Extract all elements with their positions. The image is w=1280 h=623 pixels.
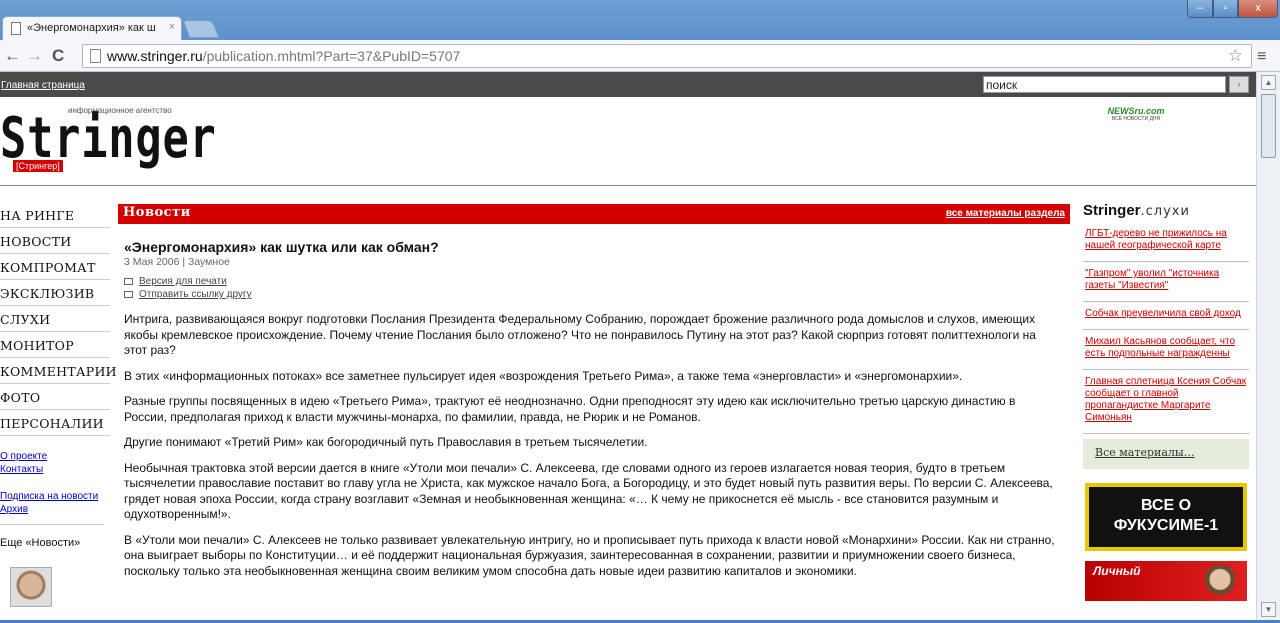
nav-item-comments[interactable]: КОММЕНТАРИИ <box>0 358 117 384</box>
section-header: Новости все материалы раздела <box>118 204 1070 224</box>
tab-close-icon[interactable]: × <box>169 21 175 33</box>
article-paragraph: Другие понимают «Третий Рим» как богород… <box>124 435 648 449</box>
article-paragraph: В «Утоли мои печали» С. Алексеев не толь… <box>124 532 1055 578</box>
search-input[interactable]: поиск <box>983 76 1226 93</box>
banner-portrait <box>1205 565 1235 601</box>
news-thumbnail[interactable] <box>10 567 52 607</box>
banner-line: ФУКУСИМЕ-1 <box>1113 517 1219 534</box>
vertical-scrollbar[interactable]: ▲ ▼ <box>1256 72 1280 623</box>
about-link[interactable]: О проекте <box>0 450 110 463</box>
nav-item-photo[interactable]: ФОТО <box>0 384 110 410</box>
header-divider <box>0 185 1256 186</box>
nav-item-exclusive[interactable]: ЭКСКЛЮЗИВ <box>0 280 110 306</box>
nav-item-rumors[interactable]: СЛУХИ <box>0 306 110 332</box>
rumor-link[interactable]: Главная сплетница Ксения Собчак сообщает… <box>1083 370 1249 434</box>
nav-item-monitor[interactable]: МОНИТОР <box>0 332 110 358</box>
right-column: Stringer.слухи ЛГБТ-дерево не прижилось … <box>1083 202 1249 601</box>
maximize-button[interactable]: ▫ <box>1213 0 1238 18</box>
rumor-link[interactable]: Собчак преувеличила свой доход <box>1083 302 1249 330</box>
send-link[interactable]: Отправить ссылку другу <box>139 289 252 300</box>
rumors-label: .слухи <box>1140 204 1190 219</box>
newsru-banner[interactable]: NEWSru.com ВСЕ НОВОСТИ ДНЯ <box>1096 106 1176 122</box>
browser-window-chrome: «Энергомонархия» как ш × – ▫ x ← → C www… <box>0 0 1280 72</box>
article-paragraph: Интрига, развивающаяся вокруг подготовки… <box>124 312 1036 357</box>
home-link[interactable]: Главная страница <box>1 80 85 91</box>
back-arrow-icon[interactable]: ← <box>4 46 21 66</box>
minimize-button[interactable]: – <box>1187 0 1213 18</box>
banner-text: Личный <box>1093 564 1141 578</box>
all-section-link[interactable]: все материалы раздела <box>946 208 1065 219</box>
divider <box>0 524 104 525</box>
left-navigation: НА РИНГЕ НОВОСТИ КОМПРОМАТ ЭКСКЛЮЗИВ СЛУ… <box>0 202 117 607</box>
reload-icon[interactable]: C <box>52 46 64 66</box>
scrollbar-thumb[interactable] <box>1261 94 1276 158</box>
print-version[interactable]: Версия для печати <box>124 276 1060 287</box>
article-title: «Энергомонархия» как шутка или как обман… <box>124 239 439 255</box>
bookmark-star-icon[interactable]: ☆ <box>1228 46 1243 66</box>
newsru-caption: ВСЕ НОВОСТИ ДНЯ <box>1111 116 1161 122</box>
page-icon <box>90 49 101 63</box>
nav-item-news[interactable]: НОВОСТИ <box>0 228 110 254</box>
search-button[interactable]: › <box>1229 76 1249 93</box>
menu-icon[interactable]: ≡ <box>1257 48 1266 66</box>
browser-toolbar: ← → C www.stringer.ru/publication.mhtml?… <box>0 40 1280 72</box>
envelope-icon <box>124 290 133 298</box>
newsru-logo: NEWSru.com <box>1107 106 1165 116</box>
send-to-friend[interactable]: Отправить ссылку другу <box>124 289 1060 300</box>
new-tab-button[interactable] <box>182 20 220 38</box>
address-bar[interactable]: www.stringer.ru/publication.mhtml?Part=3… <box>82 44 1252 68</box>
nav-item-kompromat[interactable]: КОМПРОМАТ <box>0 254 110 280</box>
tab-title: «Энергомонархия» как ш <box>27 22 156 34</box>
url-host: www.stringer.ru <box>107 48 203 64</box>
article: «Энергомонархия» как шутка или как обман… <box>118 224 1070 579</box>
more-news-heading: Еще «Новости» <box>0 537 81 549</box>
banner-line: ВСЕ О <box>1140 497 1192 514</box>
rumor-link[interactable]: "Газпром" уволил "источника газеты "Изве… <box>1083 262 1249 302</box>
print-link[interactable]: Версия для печати <box>139 276 227 287</box>
main-column: Новости все материалы раздела «Энергомон… <box>118 204 1070 589</box>
logo-subtitle: [Стрингер] <box>13 160 63 172</box>
subscribe-link[interactable]: Подписка на новости <box>0 490 110 503</box>
contacts-link[interactable]: Контакты <box>0 463 110 476</box>
scroll-down-icon[interactable]: ▼ <box>1261 602 1276 617</box>
article-paragraph: В этих «информационных потоках» все заме… <box>124 368 963 383</box>
article-paragraph: Необычная трактовка этой версии дается в… <box>124 460 1053 522</box>
nav-item-persons[interactable]: ПЕРСОНАЛИИ <box>0 410 110 436</box>
archive-link[interactable]: Архив <box>0 503 110 516</box>
fukushima-banner[interactable]: ВСЕ О ФУКУСИМЕ-1 <box>1085 483 1247 551</box>
article-body: Интрига, развивающаяся вокруг подготовки… <box>124 312 1060 579</box>
page-viewport: Главная страница поиск › информационное … <box>0 72 1256 623</box>
article-date: 3 Мая 2006 | Заумное <box>124 256 230 268</box>
browser-tab[interactable]: «Энергомонархия» как ш × <box>2 16 182 40</box>
site-top-bar: Главная страница поиск › <box>0 72 1256 97</box>
scroll-up-icon[interactable]: ▲ <box>1261 75 1276 90</box>
rumor-link[interactable]: Михаил Касьянов сообщает, что есть подпо… <box>1083 330 1249 370</box>
rumors-brand: Stringer <box>1083 202 1141 219</box>
rumor-link[interactable]: ЛГБТ-дерево не прижилось на нашей геогра… <box>1083 222 1249 262</box>
personal-banner[interactable]: Личный <box>1085 561 1247 601</box>
printer-icon <box>124 277 133 285</box>
site-logo[interactable]: информационное агентство Stringer [Стрин… <box>0 106 216 176</box>
url-path: /publication.mhtml?Part=37&PubID=5707 <box>202 48 461 64</box>
article-paragraph: Разные группы посвященных в идею «Третье… <box>124 394 1016 424</box>
all-materials-link[interactable]: Все материалы… <box>1083 439 1249 469</box>
section-title: Новости <box>123 205 191 220</box>
rumors-heading[interactable]: Stringer.слухи <box>1083 202 1249 222</box>
close-window-button[interactable]: x <box>1238 0 1278 18</box>
page-icon <box>11 22 21 35</box>
nav-item-ring[interactable]: НА РИНГЕ <box>0 202 110 228</box>
forward-arrow-icon[interactable]: → <box>26 46 43 66</box>
